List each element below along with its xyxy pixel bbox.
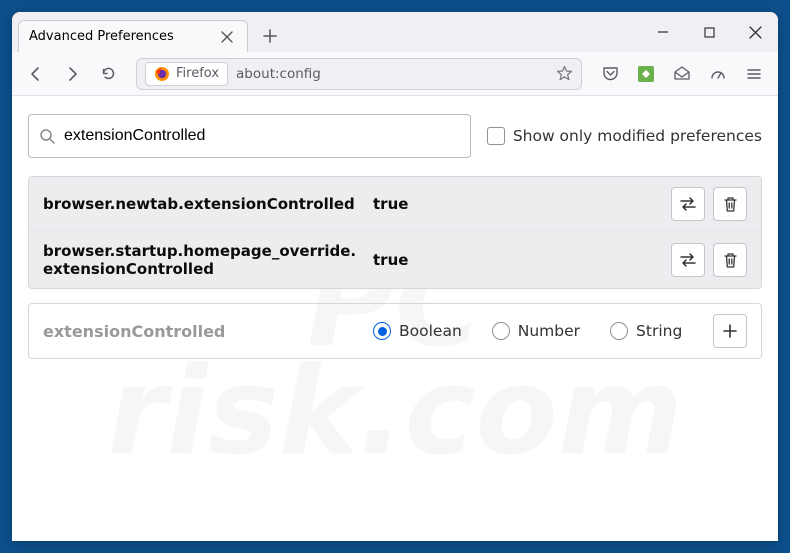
back-button[interactable]: [20, 58, 52, 90]
pref-results: browser.newtab.extensionControlled true …: [28, 176, 762, 289]
url-text: about:config: [236, 66, 548, 82]
show-modified-toggle[interactable]: Show only modified preferences: [487, 127, 762, 145]
new-pref-name: extensionControlled: [43, 322, 363, 341]
show-modified-label: Show only modified preferences: [513, 127, 762, 145]
swap-icon: [678, 196, 698, 212]
pocket-icon[interactable]: [594, 58, 626, 90]
firefox-icon: [154, 66, 170, 82]
close-window-button[interactable]: [732, 12, 778, 52]
browser-tab[interactable]: Advanced Preferences: [18, 20, 248, 52]
browser-window: Advanced Preferences: [12, 12, 778, 541]
trash-icon: [723, 252, 738, 269]
add-button[interactable]: [713, 314, 747, 348]
trash-icon: [723, 196, 738, 213]
search-input[interactable]: [64, 127, 460, 145]
toggle-button[interactable]: [671, 243, 705, 277]
forward-button[interactable]: [56, 58, 88, 90]
radio-icon: [492, 322, 510, 340]
pref-row[interactable]: browser.newtab.extensionControlled true: [29, 177, 761, 231]
radio-icon: [610, 322, 628, 340]
new-tab-button[interactable]: [254, 20, 286, 52]
dashboard-icon[interactable]: [702, 58, 734, 90]
tab-title: Advanced Preferences: [29, 29, 174, 44]
row-actions: [671, 187, 747, 221]
extension-icon[interactable]: [630, 58, 662, 90]
identity-box[interactable]: Firefox: [145, 62, 228, 86]
identity-label: Firefox: [176, 66, 219, 81]
radio-icon: [373, 322, 391, 340]
radio-label: Number: [518, 322, 580, 340]
window-controls: [640, 12, 778, 52]
pref-name: browser.newtab.extensionControlled: [43, 195, 363, 213]
swap-icon: [678, 252, 698, 268]
row-actions: [713, 314, 747, 348]
pref-name: browser.startup.homepage_override.extens…: [43, 242, 363, 278]
plus-icon: [722, 323, 738, 339]
pref-value: true: [373, 195, 408, 213]
type-number-radio[interactable]: Number: [492, 322, 580, 340]
toggle-button[interactable]: [671, 187, 705, 221]
new-pref-row: extensionControlled Boolean Number Strin…: [28, 303, 762, 359]
bookmark-star-icon[interactable]: [556, 65, 573, 82]
reload-button[interactable]: [92, 58, 124, 90]
search-box[interactable]: [28, 114, 471, 158]
nav-toolbar: Firefox about:config: [12, 52, 778, 96]
delete-button[interactable]: [713, 243, 747, 277]
delete-button[interactable]: [713, 187, 747, 221]
row-actions: [671, 243, 747, 277]
pref-value: true: [373, 251, 408, 269]
titlebar: Advanced Preferences: [12, 12, 778, 52]
close-tab-icon[interactable]: [221, 31, 237, 43]
minimize-button[interactable]: [640, 12, 686, 52]
radio-label: Boolean: [399, 322, 462, 340]
type-string-radio[interactable]: String: [610, 322, 682, 340]
checkbox-icon: [487, 127, 505, 145]
type-boolean-radio[interactable]: Boolean: [373, 322, 462, 340]
hamburger-menu-icon[interactable]: [738, 58, 770, 90]
maximize-button[interactable]: [686, 12, 732, 52]
inbox-icon[interactable]: [666, 58, 698, 90]
url-bar[interactable]: Firefox about:config: [136, 58, 582, 90]
about-config-content: PCrisk.com Show only modified preference…: [12, 96, 778, 541]
search-icon: [39, 128, 56, 145]
type-radio-group: Boolean Number String: [373, 322, 682, 340]
search-row: Show only modified preferences: [28, 114, 762, 158]
pref-row[interactable]: browser.startup.homepage_override.extens…: [29, 231, 761, 288]
radio-label: String: [636, 322, 682, 340]
